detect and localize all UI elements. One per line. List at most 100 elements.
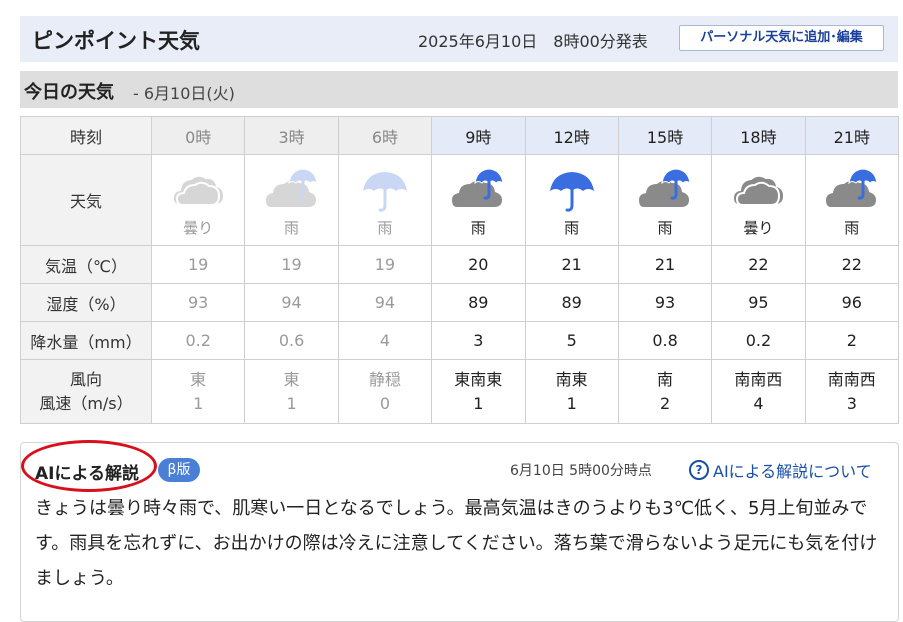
time-cell: 18時	[711, 116, 806, 155]
time-cell: 15時	[617, 116, 713, 155]
temperature-value: 21	[561, 255, 582, 274]
humidity-cell: 96	[804, 283, 900, 322]
today-date: - 6月10日(火)	[133, 84, 235, 103]
wind-direction: 南東	[555, 369, 588, 389]
time-cell: 6時	[337, 116, 433, 155]
time-label: 3時	[278, 127, 305, 147]
time-label: 15時	[646, 127, 684, 147]
wind-direction: 静穏	[368, 369, 401, 389]
row-header-humidity: 湿度（%）	[20, 283, 152, 322]
weather-cell: 曇り	[150, 154, 246, 246]
precipitation-value: 4	[379, 331, 391, 350]
question-icon: ?	[689, 460, 709, 480]
wind-speed: 2	[659, 393, 671, 413]
wind-speed: 0	[379, 393, 391, 413]
humidity-value: 89	[468, 293, 489, 312]
row-header-label: 天気	[69, 192, 102, 211]
precipitation-value: 0.2	[185, 331, 211, 350]
wind-cell: 東南東 1	[431, 359, 526, 424]
ai-about-link-label: AIによる解説について	[713, 462, 872, 481]
cloud-umbrella-icon	[265, 167, 318, 207]
row-header-weather: 天気	[20, 154, 152, 246]
time-label: 18時	[740, 127, 777, 147]
temperature-cell: 19	[150, 245, 246, 284]
humidity-value: 89	[561, 293, 582, 312]
weather-cell: 雨	[804, 154, 900, 246]
temperature-cell: 19	[337, 245, 433, 284]
temperature-value: 20	[468, 255, 489, 274]
weather-label: 雨	[564, 218, 580, 237]
precipitation-value: 3	[473, 331, 484, 350]
ai-commentary-time: 6月10日 5時00分時点	[510, 463, 652, 479]
humidity-value: 95	[748, 293, 769, 312]
temperature-value: 22	[841, 255, 862, 274]
weather-label: 曇り	[183, 218, 214, 237]
weather-label: 雨	[657, 218, 673, 237]
precipitation-cell: 0.8	[617, 321, 713, 360]
header-bar: ピンポイント天気 2025年6月10日 8時00分発表 パーソナル天気に追加･編…	[20, 16, 898, 62]
add-personal-weather-button[interactable]: パーソナル天気に追加･編集	[679, 25, 884, 51]
row-header-label: 湿度（%）	[46, 294, 126, 314]
wind-cell: 静穏 0	[337, 359, 433, 424]
beta-badge: β版	[158, 458, 200, 482]
ai-commentary-text: きょうは曇り時々雨で、肌寒い一日となるでしょう。最高気温はきのうよりも3℃低く、…	[35, 498, 878, 589]
time-cell: 0時	[150, 116, 246, 155]
wind-cell: 南南西 4	[711, 359, 806, 424]
page-title: ピンポイント天気	[32, 29, 200, 53]
wind-direction: 南	[657, 369, 674, 389]
row-header-precipitation: 降水量（mm）	[20, 321, 152, 360]
forecast-table: 時刻 0時 3時 6時 9時 12時 15時 18時 21時 天気 曇り 雨 雨 雨	[20, 116, 900, 424]
precipitation-cell: 0.2	[711, 321, 806, 360]
weather-label: 雨	[284, 218, 300, 237]
precipitation-cell: 4	[337, 321, 433, 360]
time-cell: 9時	[431, 116, 526, 155]
temperature-value: 22	[748, 255, 769, 274]
weather-cell: 雨	[524, 154, 619, 246]
today-title: 今日の天気	[24, 82, 114, 103]
wind-direction: 東南東	[454, 369, 503, 389]
row-header-temperature: 気温（℃）	[20, 245, 152, 284]
humidity-cell: 94	[244, 283, 339, 322]
weather-cell: 雨	[337, 154, 433, 246]
time-label: 0時	[185, 127, 212, 147]
temperature-cell: 20	[431, 245, 526, 284]
cloud-umbrella-icon	[639, 167, 691, 207]
humidity-value: 93	[654, 293, 676, 312]
wind-speed: 3	[846, 393, 857, 413]
humidity-cell: 93	[617, 283, 713, 322]
precipitation-value: 2	[846, 331, 857, 350]
precipitation-cell: 5	[524, 321, 619, 360]
weather-cell: 雨	[431, 154, 526, 246]
humidity-cell: 94	[337, 283, 433, 322]
weather-cell: 雨	[244, 154, 339, 246]
row-header-label: 気温（℃）	[45, 256, 127, 276]
time-label: 21時	[833, 127, 870, 147]
wind-cell: 南2	[617, 359, 713, 424]
humidity-cell: 89	[431, 283, 526, 322]
precipitation-cell: 3	[431, 321, 526, 360]
time-cell: 3時	[244, 116, 339, 155]
precipitation-cell: 0.6	[244, 321, 339, 360]
wind-direction: 南南西	[734, 369, 783, 389]
temperature-value: 21	[654, 255, 676, 274]
weather-cell: 曇り	[711, 154, 806, 246]
precipitation-value: 5	[566, 331, 577, 350]
time-label: 9時	[465, 127, 492, 147]
temperature-value: 19	[281, 255, 302, 274]
humidity-value: 96	[841, 293, 862, 312]
humidity-value: 94	[374, 293, 396, 312]
row-header-label-wind-dir: 風向	[69, 369, 102, 389]
wind-direction: 南南西	[827, 369, 876, 389]
wind-cell: 東1	[150, 359, 246, 424]
row-header-label-wind-speed: 風速（m/s）	[39, 393, 133, 413]
wind-cell: 東1	[244, 359, 339, 424]
wind-speed: 1	[566, 393, 577, 413]
ai-about-link[interactable]: ? AIによる解説について	[689, 458, 872, 482]
cloud-icon	[172, 174, 226, 206]
wind-speed: 1	[473, 393, 484, 413]
today-section-header: 今日の天気 - 6月10日(火)	[20, 71, 898, 108]
row-header-label: 時刻	[69, 127, 102, 147]
row-header-time: 時刻	[20, 116, 152, 155]
weather-cell: 雨	[617, 154, 713, 246]
row-header-label: 降水量（mm）	[30, 332, 142, 352]
